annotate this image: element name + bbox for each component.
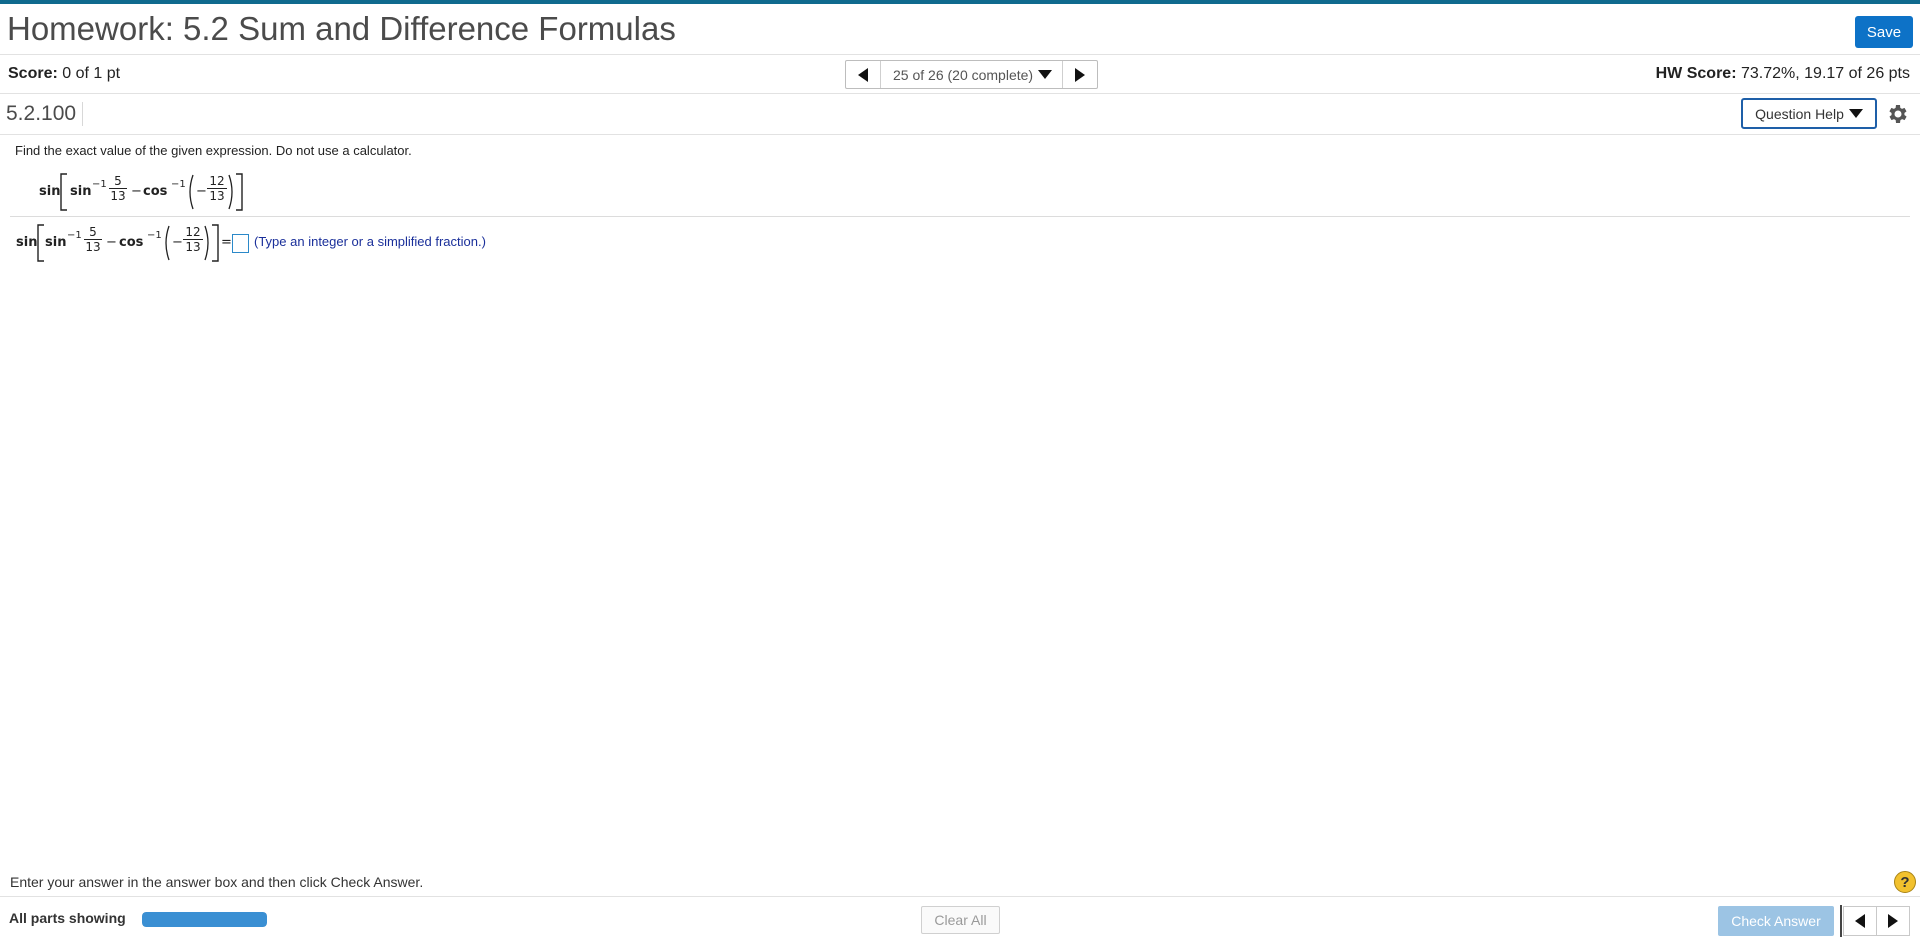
left-paren	[189, 174, 194, 210]
outer-sin: sin	[39, 184, 61, 199]
minus-operator: −	[131, 184, 142, 199]
next-question-button[interactable]	[1062, 61, 1097, 88]
question-circle-icon[interactable]: ?	[1894, 871, 1916, 893]
score-label: Score:	[8, 65, 58, 82]
triangle-left-icon	[1855, 914, 1865, 928]
chevron-down-icon	[1038, 70, 1053, 79]
question-header: 5.2.100 Question Help	[0, 94, 1920, 135]
triangle-left-icon	[858, 67, 868, 82]
parts-progress-bar	[142, 912, 267, 927]
question-position-label: 25 of 26 (20 complete)	[893, 66, 1034, 83]
outer-sin: sin	[16, 235, 38, 250]
hw-score-value: 73.72%, 19.17 of 26 pts	[1740, 65, 1910, 82]
triangle-right-icon	[1888, 914, 1898, 928]
answer-format-hint: (Type an integer or a simplified fractio…	[254, 234, 486, 249]
question-id: 5.2.100	[6, 102, 84, 126]
cos-function: cos	[143, 184, 168, 199]
expression-display: sin sin −1 5 13 − cos −1 − 12 13	[0, 170, 260, 212]
left-square-bracket	[60, 173, 67, 211]
negative-sign: −	[196, 184, 207, 199]
left-square-bracket	[37, 224, 44, 262]
minus-operator: −	[106, 235, 117, 250]
bottom-previous-button[interactable]	[1843, 906, 1877, 936]
sin-exponent: −1	[92, 179, 107, 190]
inner-sin: sin	[45, 235, 67, 250]
score-row: Score: 0 of 1 pt 25 of 26 (20 complete) …	[0, 55, 1920, 94]
hw-score-label: HW Score:	[1655, 65, 1737, 82]
answer-input[interactable]	[232, 234, 249, 253]
fraction-5-13: 5 13	[84, 225, 102, 254]
progress-fill	[142, 912, 267, 927]
question-score: Score: 0 of 1 pt	[8, 65, 120, 83]
cos-function: cos	[119, 235, 144, 250]
homework-score: HW Score: 73.72%, 19.17 of 26 pts	[1656, 65, 1910, 83]
page-title: Homework: 5.2 Sum and Difference Formula…	[7, 10, 676, 47]
cos-exponent: −1	[147, 230, 162, 241]
question-help-button[interactable]: Question Help	[1741, 98, 1877, 129]
parts-showing-label: All parts showing	[9, 910, 126, 926]
question-navigator: 25 of 26 (20 complete)	[845, 60, 1099, 89]
check-answer-button[interactable]: Check Answer	[1718, 906, 1834, 936]
left-paren	[165, 225, 170, 261]
fraction-12-13: 12 13	[183, 225, 203, 254]
equals-sign: =	[221, 235, 232, 250]
gear-icon[interactable]	[1886, 102, 1910, 126]
chevron-down-icon	[1848, 109, 1863, 118]
clear-all-button[interactable]: Clear All	[921, 906, 1000, 934]
sin-exponent: −1	[67, 230, 82, 241]
toolbar-separator	[1840, 905, 1842, 937]
previous-question-button[interactable]	[846, 61, 881, 88]
score-value: 0 of 1 pt	[62, 65, 121, 82]
question-help-label: Question Help	[1755, 105, 1844, 122]
answer-expression: sin sin −1 5 13 − cos −1 − 12 13 =	[0, 221, 240, 263]
triangle-right-icon	[1075, 67, 1086, 82]
footer-instructions: Enter your answer in the answer box and …	[10, 874, 424, 890]
cos-exponent: −1	[171, 179, 186, 190]
inner-sin: sin	[70, 184, 92, 199]
fraction-12-13: 12 13	[207, 174, 227, 203]
title-row: Homework: 5.2 Sum and Difference Formula…	[0, 4, 1920, 55]
negative-sign: −	[172, 235, 183, 250]
save-button[interactable]: Save	[1855, 16, 1913, 48]
question-instructions: Find the exact value of the given expres…	[15, 143, 412, 158]
bottom-next-button[interactable]	[1876, 906, 1910, 936]
right-square-bracket	[236, 173, 243, 211]
section-divider	[10, 216, 1910, 217]
fraction-5-13: 5 13	[109, 174, 127, 203]
bottom-toolbar: All parts showing Clear All Check Answer	[0, 896, 1920, 942]
question-selector-dropdown[interactable]: 25 of 26 (20 complete)	[881, 61, 1062, 88]
right-square-bracket	[212, 224, 219, 262]
